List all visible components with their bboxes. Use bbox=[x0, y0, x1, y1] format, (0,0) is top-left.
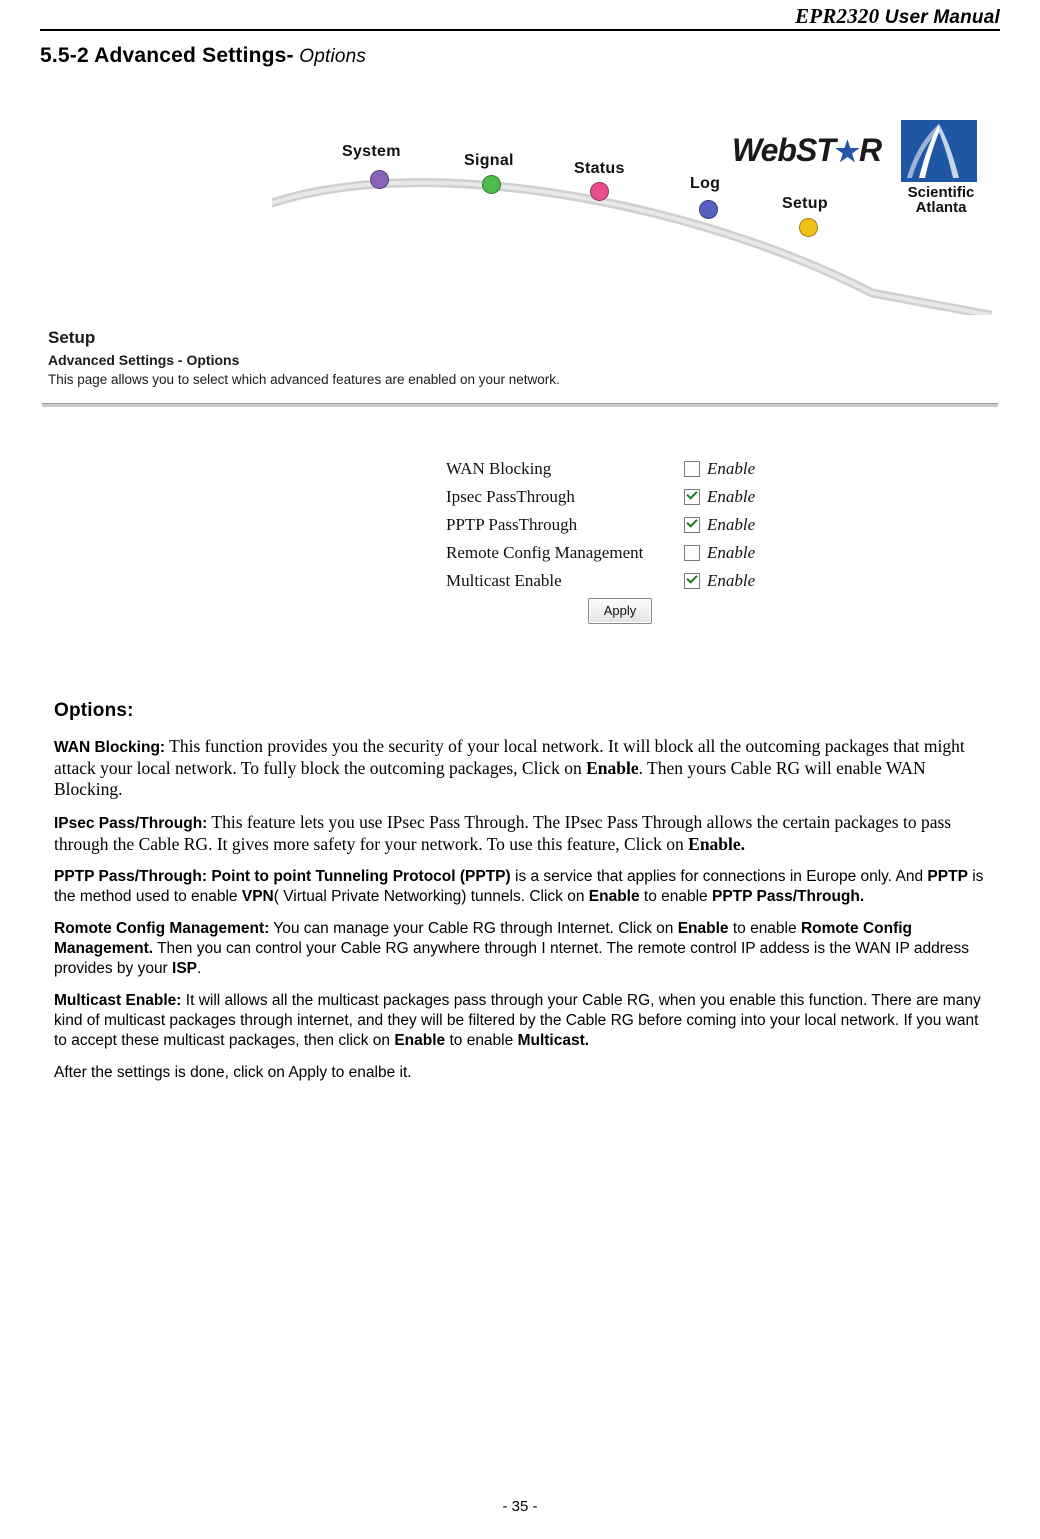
options-form: WAN Blocking Enable Ipsec PassThrough En… bbox=[446, 455, 786, 595]
label-multicast-enable: Multicast Enable bbox=[446, 571, 562, 590]
apply-button[interactable]: Apply bbox=[588, 598, 652, 624]
nav-dot-system[interactable] bbox=[370, 170, 389, 189]
logo-word-atlanta: Atlanta bbox=[915, 199, 967, 216]
checkbox-wan-blocking[interactable] bbox=[684, 461, 700, 477]
nav-dot-status[interactable] bbox=[590, 182, 609, 201]
term-ipsec: IPsec Pass/Through: bbox=[54, 815, 208, 832]
options-description-body: Options: WAN Blocking: This function pro… bbox=[54, 700, 994, 1095]
pptp-bold-1: Point to point Tunneling Protocol (PPTP) bbox=[207, 868, 511, 885]
webstar-logo-text: WebST bbox=[732, 132, 836, 168]
webstar-logo: WebST★R bbox=[732, 132, 882, 169]
star-icon: ★ bbox=[834, 136, 860, 167]
pptp-bold-3: VPN bbox=[241, 888, 274, 905]
nav-label-status[interactable]: Status bbox=[574, 160, 625, 178]
options-heading: Options: bbox=[54, 700, 134, 721]
ipsec-bold-enable: Enable. bbox=[688, 834, 746, 854]
scientific-atlanta-logo-text: Scientific Atlanta bbox=[882, 185, 1000, 215]
header-suffix: User Manual bbox=[879, 7, 1000, 28]
form-row: Ipsec PassThrough Enable bbox=[446, 483, 786, 511]
form-row: Remote Config Management Enable bbox=[446, 539, 786, 567]
page: EPR2320 User Manual 5.5-2 Advanced Setti… bbox=[0, 0, 1040, 1539]
form-row: PPTP PassThrough Enable bbox=[446, 511, 786, 539]
pptp-text-3: ( Virtual Private Networking) tunnels. C… bbox=[273, 888, 589, 905]
paragraph-closing: After the settings is done, click on App… bbox=[54, 1064, 412, 1081]
nav-arc-area: System Signal Status Log Setup WebST★R S… bbox=[42, 110, 998, 325]
label-ipsec-passthrough: Ipsec PassThrough bbox=[446, 487, 575, 506]
checkbox-multicast-enable[interactable] bbox=[684, 573, 700, 589]
paragraph-ipsec: IPsec Pass/Through: This feature lets yo… bbox=[54, 812, 994, 855]
term-remote-config: Romote Config Management: bbox=[54, 920, 270, 937]
enable-label-remote-config-management: Enable bbox=[707, 543, 756, 562]
apply-button-wrap: Apply bbox=[588, 598, 652, 624]
nav-label-log[interactable]: Log bbox=[690, 175, 720, 193]
label-remote-config-management: Remote Config Management bbox=[446, 543, 644, 562]
checkbox-pptp-passthrough[interactable] bbox=[684, 517, 700, 533]
wan-blocking-bold-enable: Enable bbox=[586, 758, 639, 778]
label-wan-blocking: WAN Blocking bbox=[446, 459, 552, 478]
remote-bold-3: ISP bbox=[172, 960, 198, 977]
remote-bold-1: Enable bbox=[677, 920, 729, 937]
label-pptp-passthrough: PPTP PassThrough bbox=[446, 515, 578, 534]
checkbox-remote-config-management[interactable] bbox=[684, 545, 700, 561]
form-row: Multicast Enable Enable bbox=[446, 567, 786, 595]
page-title: 5.5-2 Advanced Settings- Options bbox=[40, 44, 366, 68]
enable-label-pptp-passthrough: Enable bbox=[707, 515, 756, 534]
nav-dot-log[interactable] bbox=[699, 200, 718, 219]
pptp-text-1: is a service that applies for connection… bbox=[510, 868, 928, 885]
multicast-bold-1: Enable bbox=[394, 1032, 446, 1049]
pptp-bold-5: PPTP Pass/Through. bbox=[712, 888, 865, 905]
pptp-bold-4: Enable bbox=[588, 888, 640, 905]
setup-description: This page allows you to select which adv… bbox=[48, 372, 560, 387]
section-italic-word: Options bbox=[293, 46, 367, 67]
page-header: EPR2320 User Manual bbox=[40, 4, 1000, 29]
nav-dot-setup[interactable] bbox=[799, 218, 818, 237]
nav-label-system[interactable]: System bbox=[342, 143, 401, 161]
multicast-bold-2: Multicast. bbox=[517, 1032, 590, 1049]
form-row: WAN Blocking Enable bbox=[446, 455, 786, 483]
nav-label-setup[interactable]: Setup bbox=[782, 195, 828, 213]
webstar-logo-tail: R bbox=[858, 132, 882, 168]
pptp-text-4: to enable bbox=[639, 888, 712, 905]
enable-label-wan-blocking: Enable bbox=[707, 459, 756, 478]
nav-dot-signal[interactable] bbox=[482, 175, 501, 194]
setup-title: Setup bbox=[48, 328, 96, 347]
section-number-title: 5.5-2 Advanced Settings- bbox=[40, 44, 294, 67]
paragraph-pptp: PPTP Pass/Through: Point to point Tunnel… bbox=[54, 867, 994, 907]
paragraph-multicast: Multicast Enable: It will allows all the… bbox=[54, 991, 994, 1051]
term-pptp: PPTP Pass/Through: bbox=[54, 868, 208, 885]
header-divider bbox=[40, 29, 1000, 31]
remote-text-2: to enable bbox=[728, 920, 801, 937]
page-footer: - 35 - bbox=[502, 1498, 538, 1515]
setup-divider bbox=[42, 403, 998, 407]
multicast-text-2: to enable bbox=[445, 1032, 518, 1049]
setup-subtitle: Advanced Settings - Options bbox=[48, 352, 240, 368]
setup-banner: Setup Advanced Settings - Options This p… bbox=[42, 328, 998, 403]
term-wan-blocking: WAN Blocking: bbox=[54, 739, 166, 756]
nav-label-signal[interactable]: Signal bbox=[464, 152, 514, 170]
enable-label-multicast-enable: Enable bbox=[707, 571, 756, 590]
header-model: EPR2320 bbox=[795, 4, 880, 28]
enable-label-ipsec-passthrough: Enable bbox=[707, 487, 756, 506]
checkbox-ipsec-passthrough[interactable] bbox=[684, 489, 700, 505]
pptp-bold-2: PPTP bbox=[927, 868, 968, 885]
term-multicast: Multicast Enable: bbox=[54, 992, 182, 1009]
paragraph-remote-config: Romote Config Management: You can manage… bbox=[54, 919, 994, 979]
remote-text-4: . bbox=[197, 960, 202, 977]
paragraph-wan-blocking: WAN Blocking: This function provides you… bbox=[54, 736, 994, 800]
router-ui-screenshot: System Signal Status Log Setup WebST★R S… bbox=[42, 110, 998, 670]
remote-text-1: You can manage your Cable RG through Int… bbox=[269, 920, 678, 937]
